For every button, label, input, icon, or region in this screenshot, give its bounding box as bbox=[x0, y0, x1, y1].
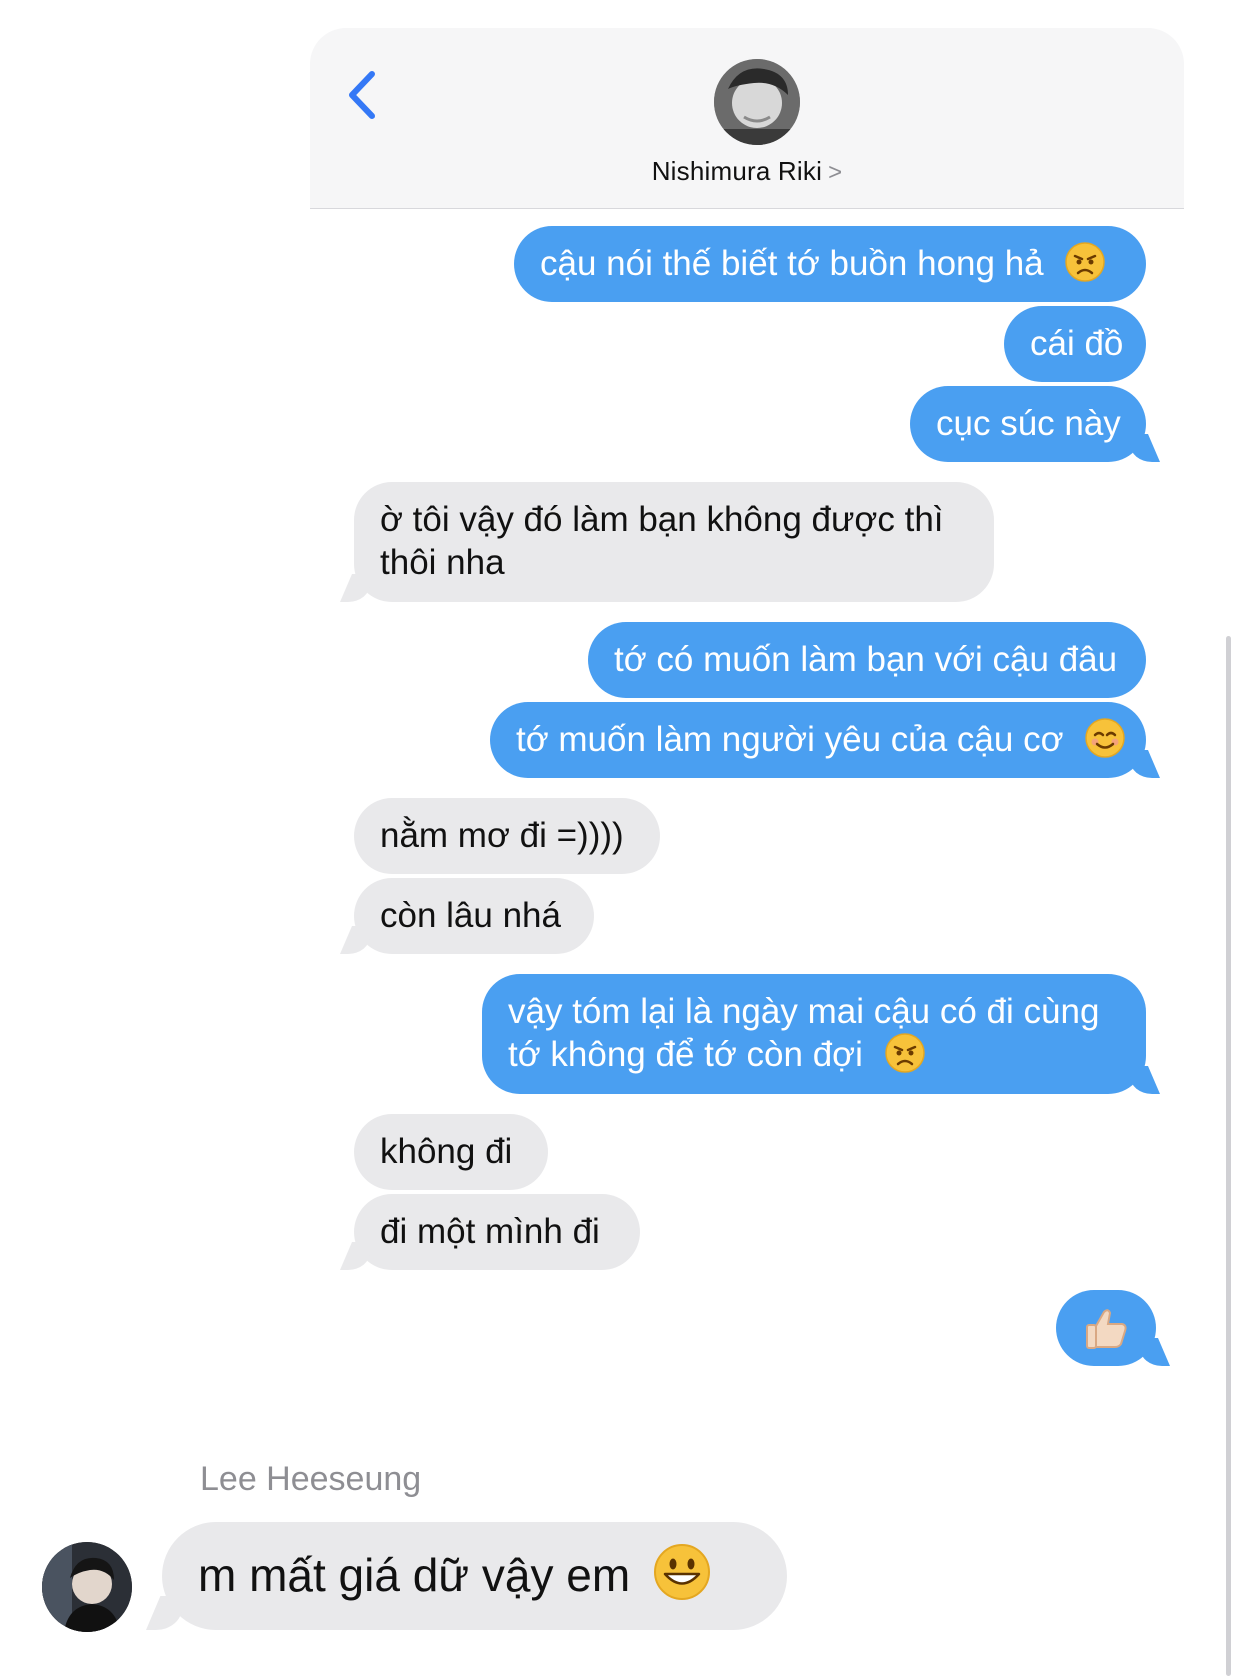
scrollbar[interactable] bbox=[1226, 636, 1231, 1676]
message-bubble-received[interactable]: đi một mình đi bbox=[354, 1194, 640, 1270]
message-bubble-sent[interactable]: tớ có muốn làm bạn với cậu đâu bbox=[588, 622, 1146, 698]
message-text: nằm mơ đi =)))) bbox=[380, 816, 624, 855]
message-text: cái đồ bbox=[1030, 324, 1124, 363]
message-bubble-sent[interactable]: cục súc này bbox=[910, 386, 1146, 462]
contact-name-row[interactable]: Nishimura Riki > bbox=[310, 156, 1184, 187]
grinning-face-icon bbox=[653, 1544, 710, 1600]
message-bubble-sent[interactable]: tớ muốn làm người yêu của cậu cơ bbox=[490, 702, 1146, 778]
message-text: đi một mình đi bbox=[380, 1212, 600, 1251]
message-text: cậu nói thế biết tớ buồn hong hả bbox=[540, 244, 1044, 283]
angry-face-icon bbox=[884, 1033, 925, 1073]
sender-avatar[interactable] bbox=[42, 1542, 132, 1632]
conversation-header: Nishimura Riki > bbox=[310, 28, 1184, 209]
reply-text: m mất giá dữ vậy em bbox=[198, 1549, 631, 1601]
message-bubble-sent[interactable]: cái đồ bbox=[1004, 306, 1146, 382]
message-bubble-sent-thumbs-up[interactable] bbox=[1056, 1290, 1156, 1366]
chevron-left-icon[interactable] bbox=[342, 68, 382, 122]
message-bubble-sent[interactable]: cậu nói thế biết tớ buồn hong hả bbox=[514, 226, 1146, 302]
reply-bubble[interactable]: m mất giá dữ vậy em bbox=[162, 1522, 787, 1630]
message-text: tớ có muốn làm bạn với cậu đâu bbox=[614, 640, 1118, 679]
message-text: cục súc này bbox=[936, 404, 1121, 443]
message-text-line: vậy tóm lại là ngày mai cậu có đi cùng bbox=[508, 992, 1100, 1031]
message-bubble-received[interactable]: nằm mơ đi =)))) bbox=[354, 798, 660, 874]
message-bubble-received[interactable]: ờ tôi vậy đó làm bạn không được thì thôi… bbox=[354, 482, 994, 602]
message-text-line: ờ tôi vậy đó làm bạn không được thì bbox=[380, 500, 944, 539]
message-bubble-received[interactable]: không đi bbox=[354, 1114, 548, 1190]
message-text: tớ muốn làm người yêu của cậu cơ bbox=[516, 720, 1064, 759]
smiling-face-icon bbox=[1085, 718, 1126, 758]
angry-face-icon bbox=[1065, 242, 1106, 282]
chevron-right-icon: > bbox=[828, 159, 843, 186]
message-text: không đi bbox=[380, 1132, 513, 1171]
message-text: tớ không để tớ còn đợi bbox=[508, 1035, 863, 1074]
sender-name: Lee Heeseung bbox=[200, 1460, 422, 1498]
contact-name: Nishimura Riki bbox=[651, 156, 823, 186]
message-text: còn lâu nhá bbox=[380, 896, 561, 935]
message-text-line: thôi nha bbox=[380, 543, 505, 582]
contact-avatar[interactable] bbox=[714, 59, 800, 145]
message-bubble-received[interactable]: còn lâu nhá bbox=[354, 878, 594, 954]
message-bubble-sent[interactable]: vậy tóm lại là ngày mai cậu có đi cùng t… bbox=[482, 974, 1146, 1094]
thumbs-up-icon bbox=[1086, 1309, 1127, 1349]
message-text-line: tớ không để tớ còn đợi bbox=[508, 1033, 1120, 1076]
